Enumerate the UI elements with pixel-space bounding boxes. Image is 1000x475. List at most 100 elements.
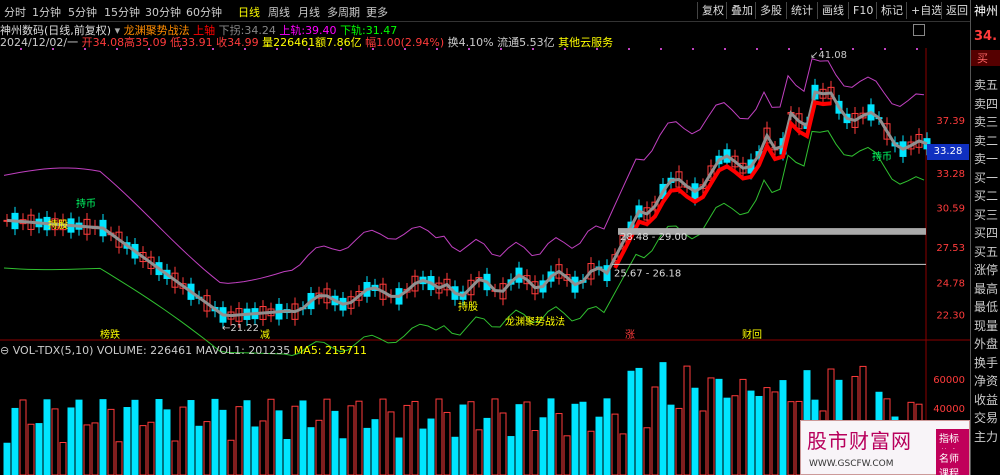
quote-field-15: 换手 bbox=[974, 355, 999, 370]
restore-button[interactable]: 复权 bbox=[697, 2, 728, 19]
cash-label-1: 持币 bbox=[76, 197, 96, 210]
volume-bar bbox=[459, 404, 467, 475]
draw-line-button[interactable]: 画线 bbox=[817, 2, 848, 19]
tab-1[interactable]: 1分钟 bbox=[32, 4, 61, 20]
volume-bar bbox=[19, 399, 27, 475]
volume-bar bbox=[211, 398, 219, 475]
tab-2[interactable]: 5分钟 bbox=[68, 4, 97, 20]
strategy-label: 龙渊聚势战法 bbox=[505, 315, 565, 328]
volume-bar bbox=[307, 427, 315, 475]
tab-3[interactable]: 15分钟 bbox=[104, 4, 140, 20]
marker-dot bbox=[468, 48, 470, 50]
volume-bar bbox=[299, 400, 307, 475]
buy-tab-label: 买 bbox=[977, 52, 988, 65]
marker-dot bbox=[340, 48, 342, 50]
marker-dot bbox=[84, 48, 86, 50]
tab-10[interactable]: 更多 bbox=[366, 4, 388, 20]
volume-bar bbox=[371, 419, 379, 475]
ohlc-info-line: 2024/12/02/一 开34.08高35.09 低33.91 收34.99 … bbox=[0, 34, 613, 49]
volume-bar bbox=[611, 413, 619, 475]
volume-bar bbox=[363, 427, 371, 475]
volume-bar bbox=[651, 386, 659, 475]
volume-bar bbox=[523, 401, 531, 475]
quote-field-0: 卖五 bbox=[974, 78, 999, 92]
tab-0[interactable]: 分时 bbox=[4, 4, 26, 20]
tab-6[interactable]: 日线 bbox=[238, 4, 260, 20]
volume-bar bbox=[483, 417, 491, 475]
volume-bar bbox=[747, 390, 755, 475]
volume-bar bbox=[683, 365, 691, 475]
kline-chart[interactable]: 37.39 33.28 30.59 27.53 24.78 22.30 60000 40000… bbox=[0, 48, 970, 475]
mavol-value: MAVOL1: 201235 bbox=[195, 344, 291, 357]
vol-value: VOLUME: 226461 bbox=[96, 344, 193, 357]
price-tick-0: 37.39 bbox=[936, 116, 965, 127]
volume-bar bbox=[59, 442, 67, 475]
mark-button[interactable]: 标记 bbox=[876, 2, 907, 19]
multi-stock-button[interactable]: 多股 bbox=[755, 2, 786, 19]
marker-dot bbox=[404, 48, 406, 50]
volume-bar bbox=[355, 400, 363, 475]
volume-bar bbox=[107, 408, 115, 475]
marker-dot bbox=[788, 48, 790, 50]
watermark-banner: 股市财富网 WWW.GSCFW.COM 指标分享 名师课程 bbox=[800, 420, 970, 475]
volume-bar bbox=[675, 407, 683, 475]
volume-bar bbox=[243, 400, 251, 475]
volume-bar bbox=[91, 422, 99, 475]
volume-bar bbox=[171, 440, 179, 475]
marker-dot bbox=[436, 48, 438, 50]
top-toolbar: 分时 1分钟 5分钟 15分钟 30分钟 60分钟 日线 周线 月线 多周期 更多 复权 叠加 多股… bbox=[0, 0, 1000, 22]
teacher-course-button[interactable]: 名师课程 bbox=[936, 449, 969, 475]
volume-bar bbox=[739, 378, 747, 475]
price-tick-2: 30.59 bbox=[936, 204, 965, 215]
volume-bar bbox=[419, 428, 427, 475]
tab-4[interactable]: 30分钟 bbox=[145, 4, 181, 20]
volume-bar bbox=[515, 404, 523, 475]
marker-dot bbox=[564, 48, 566, 50]
volume-bar bbox=[395, 437, 403, 475]
volume-bar bbox=[115, 441, 123, 475]
marker-dot bbox=[148, 48, 150, 50]
quote-field-16: 净资 bbox=[974, 374, 999, 388]
volume-bar bbox=[779, 380, 787, 475]
volume-bar bbox=[131, 399, 139, 475]
volume-bar bbox=[179, 406, 187, 475]
quote-field-5: 买一 bbox=[974, 170, 999, 185]
upper-band-line bbox=[3, 58, 925, 284]
quote-field-19: 主力 bbox=[974, 429, 999, 444]
tab-9[interactable]: 多周期 bbox=[327, 4, 360, 20]
marker-dot bbox=[660, 48, 662, 50]
volume-bar bbox=[339, 438, 347, 475]
quote-field-11: 最高 bbox=[974, 281, 999, 296]
overlay-button[interactable]: 叠加 bbox=[726, 2, 757, 19]
marker-dot bbox=[244, 48, 246, 50]
tab-5[interactable]: 60分钟 bbox=[186, 4, 222, 20]
volume-bar bbox=[707, 377, 715, 475]
volume-bar bbox=[195, 425, 203, 475]
quote-field-3: 卖二 bbox=[974, 133, 999, 148]
volume-bar bbox=[291, 405, 299, 475]
volume-bar bbox=[83, 424, 91, 475]
collapse-icon[interactable]: ⊖ bbox=[0, 344, 9, 357]
marker-dot bbox=[500, 48, 502, 50]
vol-indicator-name: VOL-TDX(5,10) bbox=[12, 344, 94, 357]
quote-field-18: 交易 bbox=[974, 411, 999, 425]
tab-8[interactable]: 月线 bbox=[298, 4, 320, 20]
marker-dot bbox=[116, 48, 118, 50]
volume-bar bbox=[403, 404, 411, 475]
marker-dot bbox=[52, 48, 54, 50]
marker-dot bbox=[596, 48, 598, 50]
volume-bar bbox=[643, 427, 651, 475]
volume-info-line: ⊖ VOL-TDX(5,10) VOLUME: 226461 MAVOL1: 2… bbox=[0, 344, 367, 357]
price-tick-5: 22.30 bbox=[936, 310, 965, 321]
back-button[interactable]: 返回 bbox=[941, 2, 972, 19]
toggle-box-icon[interactable] bbox=[913, 24, 925, 36]
buy-tab[interactable]: 买 bbox=[971, 50, 1000, 66]
volume-bar bbox=[603, 398, 611, 475]
tab-7[interactable]: 周线 bbox=[268, 4, 290, 20]
f10-button[interactable]: F10 bbox=[848, 2, 877, 19]
volume-bar bbox=[475, 429, 483, 475]
event-label-3: 涨 bbox=[625, 329, 635, 341]
stats-button[interactable]: 统计 bbox=[786, 2, 817, 19]
volume-bar bbox=[731, 395, 739, 475]
volume-bar bbox=[227, 439, 235, 475]
